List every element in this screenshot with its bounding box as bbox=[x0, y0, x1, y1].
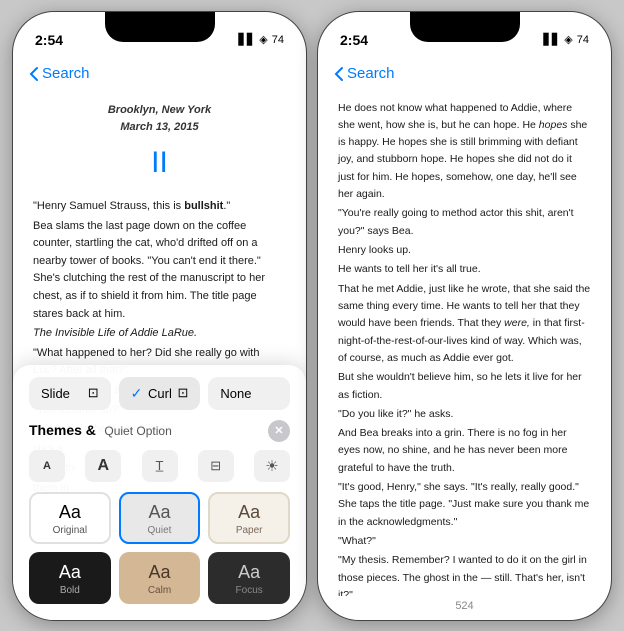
themes-subtitle: Quiet Option bbox=[104, 424, 171, 438]
book-location: Brooklyn, New York bbox=[33, 102, 286, 119]
slide-label: Slide bbox=[41, 386, 70, 401]
curl-label: Curl bbox=[148, 386, 172, 401]
theme-bold[interactable]: Aa Bold bbox=[29, 552, 111, 604]
status-icons-right: ▋▋ ◈ 74 bbox=[543, 33, 589, 46]
rp-11: "My thesis. Remember? I wanted to do it … bbox=[338, 552, 591, 595]
rp-8: And Bea breaks into a grin. There is no … bbox=[338, 425, 591, 477]
theme-quiet[interactable]: Aa Quiet bbox=[119, 492, 201, 544]
theme-focus-label: Focus bbox=[236, 585, 263, 596]
rp-6: But she wouldn't believe him, so he lets… bbox=[338, 369, 591, 404]
theme-calm[interactable]: Aa Calm bbox=[119, 552, 201, 604]
theme-paper[interactable]: Aa Paper bbox=[208, 492, 290, 544]
theme-original-label: Original bbox=[53, 525, 87, 536]
battery-icon-right: 74 bbox=[577, 34, 589, 46]
status-time-left: 2:54 bbox=[35, 32, 63, 48]
book-para-2: Bea slams the last page down on the coff… bbox=[33, 218, 286, 324]
rp-7: "Do you like it?" he asks. bbox=[338, 406, 591, 423]
theme-original[interactable]: Aa Original bbox=[29, 492, 111, 544]
book-para-3: The Invisible Life of Addie LaRue. bbox=[33, 325, 286, 343]
slide-icon: ⊡ bbox=[88, 385, 99, 401]
signal-icon: ▋▋ bbox=[238, 33, 255, 46]
theme-paper-aa: Aa bbox=[238, 502, 260, 523]
book-chapter: II bbox=[33, 140, 286, 187]
none-label: None bbox=[220, 386, 251, 401]
book-content-right: He does not know what happened to Addie,… bbox=[318, 92, 611, 596]
transition-none[interactable]: None bbox=[208, 377, 290, 410]
themes-header: Themes & Quiet Option ✕ bbox=[29, 420, 290, 442]
rp-2: "You're really going to method actor thi… bbox=[338, 205, 591, 240]
status-bar-left: 2:54 ▋▋ ◈ 74 bbox=[13, 12, 306, 56]
status-icons-left: ▋▋ ◈ 74 bbox=[238, 33, 284, 46]
signal-icon-right: ▋▋ bbox=[543, 33, 560, 46]
back-button-right[interactable]: Search bbox=[334, 65, 395, 82]
transition-slide[interactable]: Slide ⊡ bbox=[29, 377, 111, 410]
wifi-icon-right: ◈ bbox=[564, 33, 572, 46]
battery-icon: 74 bbox=[272, 34, 284, 46]
rp-3: Henry looks up. bbox=[338, 242, 591, 259]
theme-bold-label: Bold bbox=[60, 585, 80, 596]
layout-button[interactable]: ⊟ bbox=[198, 450, 234, 482]
theme-quiet-aa: Aa bbox=[148, 502, 170, 523]
themes-title: Themes & bbox=[29, 422, 96, 438]
themes-grid: Aa Original Aa Quiet Aa Paper Aa Bold bbox=[29, 492, 290, 604]
rp-4: He wants to tell her it's all true. bbox=[338, 261, 591, 278]
left-phone: 2:54 ▋▋ ◈ 74 Search Brooklyn, New York M… bbox=[12, 11, 307, 621]
rp-9: "It's good, Henry," she says. "It's real… bbox=[338, 479, 591, 531]
font-increase-button[interactable]: A bbox=[85, 450, 121, 482]
transition-options: Slide ⊡ ✓ Curl ⊡ None bbox=[29, 377, 290, 410]
status-bar-right: 2:54 ▋▋ ◈ 74 bbox=[318, 12, 611, 56]
rp-5: That he met Addie, just like he wrote, t… bbox=[338, 281, 591, 368]
book-header: Brooklyn, New York March 13, 2015 II bbox=[33, 102, 286, 187]
theme-calm-aa: Aa bbox=[148, 562, 170, 583]
page-number: 524 bbox=[318, 596, 611, 620]
theme-focus-aa: Aa bbox=[238, 562, 260, 583]
theme-quiet-label: Quiet bbox=[148, 525, 172, 536]
rp-10: "What?" bbox=[338, 533, 591, 550]
curl-check: ✓ bbox=[131, 385, 143, 402]
book-date: March 13, 2015 bbox=[33, 119, 286, 136]
right-phone: 2:54 ▋▋ ◈ 74 Search He does not know wha… bbox=[317, 11, 612, 621]
theme-original-aa: Aa bbox=[59, 502, 81, 523]
wifi-icon: ◈ bbox=[259, 33, 267, 46]
status-time-right: 2:54 bbox=[340, 32, 368, 48]
transition-curl[interactable]: ✓ Curl ⊡ bbox=[119, 377, 201, 410]
nav-bar-right: Search bbox=[318, 56, 611, 92]
brightness-button[interactable]: ☀ bbox=[254, 450, 290, 482]
font-decrease-button[interactable]: A bbox=[29, 450, 65, 482]
theme-paper-label: Paper bbox=[236, 525, 263, 536]
book-para-1: "Henry Samuel Strauss, this is bullshit.… bbox=[33, 198, 286, 216]
theme-focus[interactable]: Aa Focus bbox=[208, 552, 290, 604]
theme-calm-label: Calm bbox=[148, 585, 171, 596]
overlay-panel: Slide ⊡ ✓ Curl ⊡ None Themes & bbox=[13, 365, 306, 620]
back-button-left[interactable]: Search bbox=[29, 65, 90, 82]
toolbar-row: A A T̲ ⊟ ☀ bbox=[29, 450, 290, 482]
font-style-button[interactable]: T̲ bbox=[142, 450, 178, 482]
nav-bar-left: Search bbox=[13, 56, 306, 92]
themes-title-area: Themes & Quiet Option bbox=[29, 422, 172, 440]
theme-bold-aa: Aa bbox=[59, 562, 81, 583]
rp-1: He does not know what happened to Addie,… bbox=[338, 100, 591, 204]
curl-icon: ⊡ bbox=[177, 385, 188, 401]
close-overlay-button[interactable]: ✕ bbox=[268, 420, 290, 442]
